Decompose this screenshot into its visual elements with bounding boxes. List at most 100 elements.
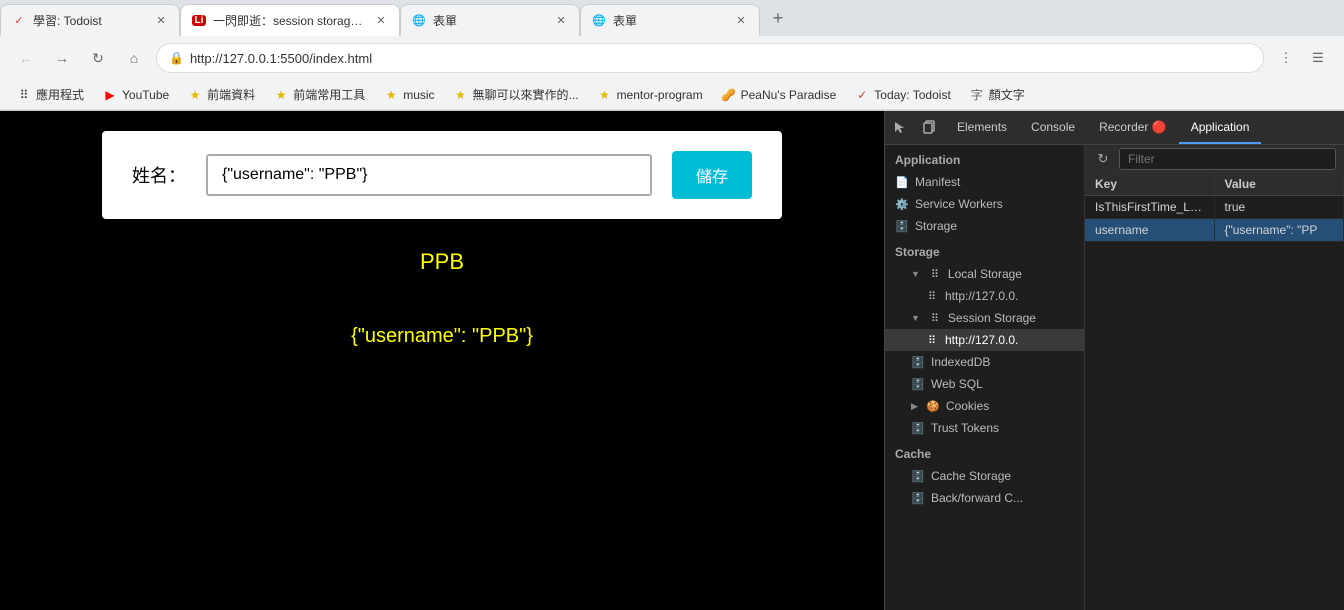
web-sql-icon: 🗄️: [911, 377, 925, 391]
bookmark-todoist[interactable]: ✓ Today: Todoist: [846, 85, 959, 105]
bookmark-font-label: 顏文字: [989, 86, 1025, 103]
mentor-icon: ★: [597, 87, 613, 103]
url-text: http://127.0.0.1:5500/index.html: [190, 51, 1251, 66]
service-workers-label: Service Workers: [915, 197, 1003, 211]
table-header: Key Value: [1085, 173, 1344, 196]
value-column-header: Value: [1215, 173, 1344, 195]
frontend-data-icon: ★: [187, 87, 203, 103]
globe-icon-2: 🌐: [591, 13, 607, 29]
data-table: Key Value IsThisFirstTime_Log_... true u…: [1085, 173, 1344, 610]
display-ppb: PPB: [2, 229, 882, 295]
bookmarks-bar: ⠿ 應用程式 ▶ YouTube ★ 前端資料 ★ 前端常用工具 ★ music…: [0, 80, 1344, 110]
sidebar-item-indexeddb[interactable]: 🗄️ IndexedDB: [885, 351, 1084, 373]
app-main-panel: ↻ Key Value IsThisFirstTime_Log_... true…: [1085, 145, 1344, 610]
devtools-tab-console[interactable]: Console: [1019, 111, 1087, 144]
tab-form-2[interactable]: 🌐 表單 ✕: [580, 4, 760, 36]
name-input[interactable]: [206, 154, 652, 196]
devtools-tab-elements[interactable]: Elements: [945, 111, 1019, 144]
youtube-icon: ▶: [102, 87, 118, 103]
bookmark-youtube-label: YouTube: [122, 88, 169, 102]
manifest-label: Manifest: [915, 175, 960, 189]
sidebar-item-cookies[interactable]: ▶ 🍪 Cookies: [885, 395, 1084, 417]
main-area: 姓名： 儲存 PPB {"username": "PPB"} Elements …: [0, 111, 1344, 610]
tab-session-storage[interactable]: Li 一閃即逝：session storage | Lid... ✕: [180, 4, 400, 36]
bookmark-peanu[interactable]: 🥜 PeaNu's Paradise: [713, 85, 845, 105]
manifest-icon: 📄: [895, 175, 909, 189]
back-forward-label: Back/forward C...: [931, 491, 1023, 505]
tab-close-1[interactable]: ✕: [153, 13, 169, 29]
sidebar-item-web-sql[interactable]: 🗄️ Web SQL: [885, 373, 1084, 395]
home-button[interactable]: ⌂: [120, 44, 148, 72]
tab-bar: ✓ 學習: Todoist ✕ Li 一閃即逝：session storage …: [0, 0, 1344, 36]
peanu-icon: 🥜: [721, 87, 737, 103]
bookmark-youtube[interactable]: ▶ YouTube: [94, 85, 177, 105]
value-cell-1: true: [1215, 196, 1344, 218]
back-button[interactable]: ←: [12, 44, 40, 72]
forward-button[interactable]: →: [48, 44, 76, 72]
bookmark-music-label: music: [403, 88, 434, 102]
sidebar-item-session-storage[interactable]: ▼ ⠿ Session Storage: [885, 307, 1084, 329]
session-storage-arrow: ▼: [911, 313, 920, 323]
ppb-text: PPB: [420, 249, 464, 274]
sidebar-item-session-storage-url[interactable]: ⠿ http://127.0.0.: [885, 329, 1084, 351]
bookmark-apps[interactable]: ⠿ 應用程式: [8, 84, 92, 105]
sidebar-item-back-forward[interactable]: 🗄️ Back/forward C...: [885, 487, 1084, 509]
sidebar-item-local-storage[interactable]: ▼ ⠿ Local Storage: [885, 263, 1084, 285]
reload-button[interactable]: ↻: [84, 44, 112, 72]
devtools-tab-copy[interactable]: [915, 111, 945, 144]
extensions-button[interactable]: ⋮: [1272, 44, 1300, 72]
tab-close-4[interactable]: ✕: [733, 13, 749, 29]
trust-tokens-label: Trust Tokens: [931, 421, 999, 435]
storage-overview-label: Storage: [915, 219, 957, 233]
todoist-icon: ✓: [11, 13, 27, 29]
frontend-tools-icon: ★: [273, 87, 289, 103]
bookmark-font[interactable]: 字 顏文字: [961, 84, 1033, 105]
bookmark-boring-label: 無聊可以來實作的...: [473, 86, 579, 103]
filter-input[interactable]: [1119, 148, 1336, 170]
storage-overview-icon: 🗄️: [895, 219, 909, 233]
bookmark-frontend-tools[interactable]: ★ 前端常用工具: [265, 84, 373, 105]
bookmark-mentor-label: mentor-program: [617, 88, 703, 102]
devtools-tab-cursor[interactable]: [885, 111, 915, 144]
tab-close-3[interactable]: ✕: [553, 13, 569, 29]
bookmark-boring[interactable]: ★ 無聊可以來實作的...: [445, 84, 587, 105]
sidebar-item-service-workers[interactable]: ⚙️ Service Workers: [885, 193, 1084, 215]
cookies-label: Cookies: [946, 399, 989, 413]
json-text: {"username": "PPB"}: [351, 325, 533, 347]
save-button[interactable]: 儲存: [672, 151, 752, 199]
devtools-tab-application[interactable]: Application: [1179, 111, 1262, 144]
cookies-icon: 🍪: [926, 399, 940, 413]
web-sql-label: Web SQL: [931, 377, 983, 391]
local-storage-icon: ⠿: [928, 267, 942, 281]
menu-button[interactable]: ☰: [1304, 44, 1332, 72]
cache-storage-icon: 🗄️: [911, 469, 925, 483]
indexeddb-label: IndexedDB: [931, 355, 990, 369]
tab-form-1[interactable]: 🌐 表單 ✕: [400, 4, 580, 36]
tab-close-2[interactable]: ✕: [373, 13, 389, 29]
sidebar-item-cache-storage[interactable]: 🗄️ Cache Storage: [885, 465, 1084, 487]
bookmark-peanu-label: PeaNu's Paradise: [741, 88, 837, 102]
url-bar[interactable]: 🔒 http://127.0.0.1:5500/index.html: [156, 43, 1264, 73]
sidebar-item-trust-tokens[interactable]: 🗄️ Trust Tokens: [885, 417, 1084, 439]
form-label: 姓名：: [132, 162, 186, 188]
filter-bar: ↻: [1085, 145, 1344, 173]
back-forward-icon: 🗄️: [911, 491, 925, 505]
table-row[interactable]: IsThisFirstTime_Log_... true: [1085, 196, 1344, 219]
sidebar-item-manifest[interactable]: 📄 Manifest: [885, 171, 1084, 193]
bookmark-mentor[interactable]: ★ mentor-program: [589, 85, 711, 105]
boring-icon: ★: [453, 87, 469, 103]
table-row-selected[interactable]: username {"username": "PP: [1085, 219, 1344, 242]
address-bar: ← → ↻ ⌂ 🔒 http://127.0.0.1:5500/index.ht…: [0, 36, 1344, 80]
sidebar-item-local-storage-url[interactable]: ⠿ http://127.0.0.: [885, 285, 1084, 307]
bookmark-frontend-tools-label: 前端常用工具: [293, 86, 365, 103]
bookmark-music[interactable]: ★ music: [375, 85, 442, 105]
refresh-button[interactable]: ↻: [1093, 149, 1113, 169]
sidebar-item-storage-overview[interactable]: 🗄️ Storage: [885, 215, 1084, 237]
devtools-tab-recorder[interactable]: Recorder 🔴: [1087, 111, 1179, 144]
tab-todoist[interactable]: ✓ 學習: Todoist ✕: [0, 4, 180, 36]
new-tab-button[interactable]: +: [764, 4, 792, 32]
bookmark-frontend-data[interactable]: ★ 前端資料: [179, 84, 263, 105]
music-icon: ★: [383, 87, 399, 103]
globe-icon-1: 🌐: [411, 13, 427, 29]
li-badge-icon: Li: [191, 13, 207, 29]
